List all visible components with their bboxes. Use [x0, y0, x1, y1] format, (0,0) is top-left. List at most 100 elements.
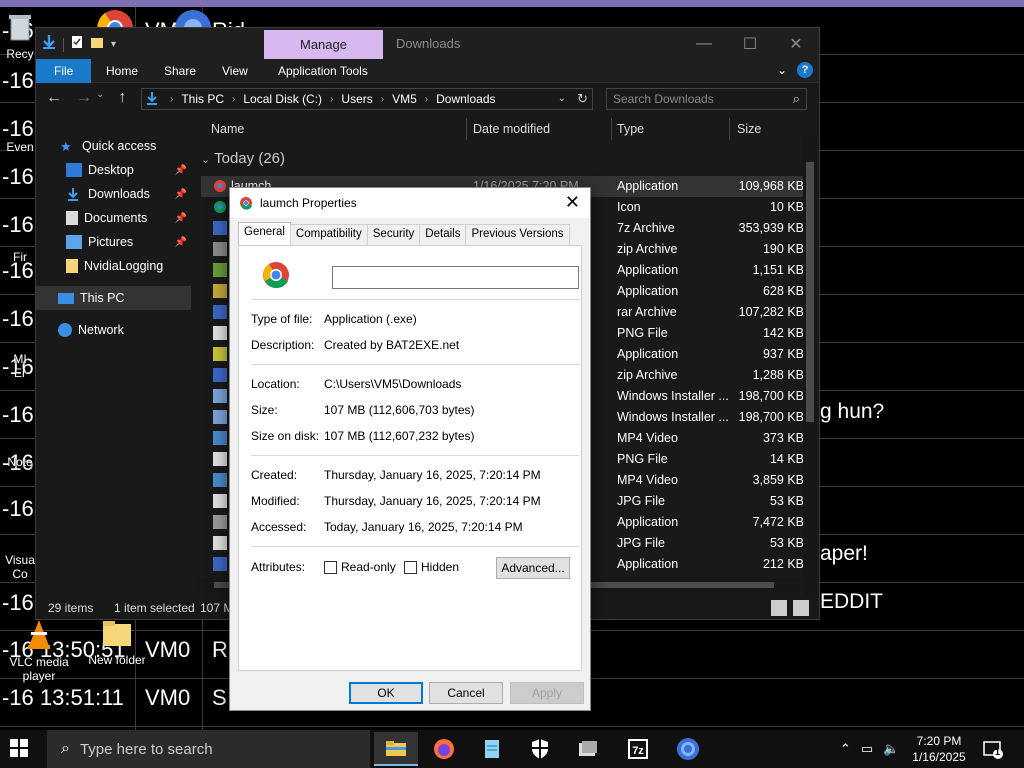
column-header-date[interactable]: Date modified — [473, 116, 550, 142]
advanced-button[interactable]: Advanced... — [496, 557, 570, 579]
address-bar[interactable]: › This PC › Local Disk (C:) › Users › VM… — [141, 88, 593, 110]
chevron-down-icon[interactable]: ⌄ — [777, 63, 787, 77]
column-header-type[interactable]: Type — [617, 116, 644, 142]
tab-file[interactable]: File — [36, 59, 92, 83]
breadcrumb-local-disk[interactable]: Local Disk (C:) — [243, 92, 322, 106]
taskbar-app[interactable] — [566, 732, 610, 766]
breadcrumb-users[interactable]: Users — [341, 92, 372, 106]
maximize-button[interactable]: ☐ — [727, 28, 773, 59]
tab-compatibility[interactable]: Compatibility — [289, 224, 368, 245]
taskbar-clock[interactable]: 7:20 PM 1/16/2025 — [905, 733, 973, 765]
column-header-name[interactable]: Name — [211, 116, 244, 142]
downloads-folder-icon — [146, 91, 158, 108]
pin-icon[interactable]: 📌 — [175, 189, 187, 200]
sidebar-item-desktop[interactable]: Desktop 📌 — [36, 158, 191, 182]
tab-application-tools[interactable]: Application Tools — [278, 59, 368, 83]
chevron-up-icon[interactable]: ⌃ — [840, 741, 851, 757]
tab-manage[interactable]: Manage — [264, 30, 383, 59]
column-separator[interactable] — [611, 118, 612, 140]
minimize-button[interactable]: — — [681, 28, 727, 59]
up-arrow-icon[interactable]: ↑ — [118, 89, 126, 107]
modified-label: Modified: — [251, 494, 300, 508]
file-name-field[interactable] — [332, 266, 579, 289]
chevron-down-icon[interactable]: ⌄ — [558, 93, 566, 104]
scrollbar-thumb[interactable] — [806, 162, 814, 422]
hidden-checkbox[interactable]: Hidden — [404, 560, 459, 574]
tab-view[interactable]: View — [222, 59, 248, 83]
checkbox-box[interactable] — [324, 560, 337, 574]
sidebar-item-downloads[interactable]: Downloads 📌 — [36, 182, 191, 206]
column-header-size[interactable]: Size — [737, 116, 761, 142]
sidebar-item-pictures[interactable]: Pictures 📌 — [36, 230, 191, 254]
pin-icon[interactable]: 📌 — [175, 213, 187, 224]
pin-icon[interactable]: 📌 — [175, 165, 187, 176]
window-title: Downloads — [396, 36, 461, 51]
checkbox-box[interactable] — [404, 560, 417, 574]
taskbar-search-input[interactable]: ⌕ Type here to search — [47, 730, 370, 768]
modified-value: Thursday, January 16, 2025, 7:20:14 PM — [324, 494, 541, 508]
forward-arrow-icon[interactable]: → — [76, 89, 92, 107]
back-arrow-icon[interactable]: ← — [46, 89, 62, 107]
breadcrumb-downloads[interactable]: Downloads — [436, 92, 495, 106]
refresh-icon[interactable]: ↻ — [577, 91, 588, 107]
start-button[interactable] — [10, 739, 28, 762]
download-arrow-icon[interactable] — [42, 34, 56, 55]
dialog-title-bar[interactable]: laumch Properties ✕ — [230, 188, 590, 218]
network-icon[interactable]: ▭ — [861, 741, 873, 757]
taskbar-chrome[interactable] — [666, 732, 710, 766]
desktop-icon-recycle-bin[interactable]: Recy — [0, 12, 40, 61]
breadcrumb-this-pc[interactable]: This PC — [181, 92, 224, 106]
tab-details[interactable]: Details — [419, 224, 467, 245]
tab-home[interactable]: Home — [106, 59, 138, 83]
application-icon — [213, 515, 227, 529]
pin-icon[interactable]: 📌 — [175, 237, 187, 248]
taskbar-notepad[interactable] — [470, 732, 514, 766]
close-button[interactable]: ✕ — [773, 28, 819, 59]
ok-button[interactable]: OK — [349, 682, 423, 704]
sidebar-item-nvidialogging[interactable]: NvidiaLogging — [36, 254, 191, 278]
cancel-button[interactable]: Cancel — [429, 682, 503, 704]
tab-general[interactable]: General — [238, 222, 291, 245]
apply-button[interactable]: Apply — [510, 682, 584, 704]
large-icons-view-icon[interactable] — [793, 600, 809, 616]
taskbar-firefox[interactable] — [422, 732, 466, 766]
taskbar-7zip[interactable]: 7z — [616, 732, 660, 766]
desktop-icon-visual-studio[interactable]: Visua Co — [0, 553, 40, 581]
taskbar-security[interactable] — [518, 732, 562, 766]
help-icon[interactable]: ? — [797, 62, 813, 78]
read-only-checkbox[interactable]: Read-only — [324, 560, 396, 574]
vertical-scrollbar[interactable] — [803, 136, 817, 596]
column-separator[interactable] — [466, 118, 467, 140]
desktop-icon-firefox[interactable]: Fir — [0, 250, 40, 264]
sidebar-item-quick-access[interactable]: ★ Quick access — [36, 134, 191, 158]
breadcrumb-separator: › — [232, 93, 236, 105]
chevron-down-icon[interactable]: ⌄ — [96, 89, 104, 107]
sidebar-item-this-pc[interactable]: This PC — [36, 286, 191, 310]
volume-icon[interactable]: 🔈 — [883, 741, 899, 757]
close-icon[interactable]: ✕ — [565, 192, 580, 213]
dialog-tabs: General Compatibility Security Details P… — [238, 222, 570, 246]
sidebar-item-network[interactable]: Network — [36, 318, 191, 342]
notification-count: 1 — [995, 747, 1001, 757]
tab-security[interactable]: Security — [366, 224, 421, 245]
tab-share[interactable]: Share — [164, 59, 196, 83]
column-separator[interactable] — [729, 118, 730, 140]
desktop-icon-mi[interactable]: MI Er — [0, 352, 40, 380]
new-folder-icon[interactable] — [90, 35, 104, 54]
title-bar[interactable]: ▾ Manage Downloads — ☐ ✕ — [36, 28, 819, 59]
notification-center-button[interactable]: 1 — [982, 740, 1004, 765]
sidebar-item-documents[interactable]: Documents 📌 — [36, 206, 191, 230]
tab-previous-versions[interactable]: Previous Versions — [465, 224, 570, 245]
network-icon — [58, 323, 72, 337]
details-view-icon[interactable] — [771, 600, 787, 616]
search-input[interactable]: Search Downloads ⌕ — [606, 88, 807, 110]
chevron-down-icon[interactable]: ▾ — [111, 39, 116, 50]
taskbar-file-explorer[interactable] — [374, 732, 418, 766]
desktop-icon-new-folder[interactable]: New folder — [82, 618, 152, 667]
desktop-icon-event[interactable]: Even — [0, 140, 40, 154]
breadcrumb-vm5[interactable]: VM5 — [392, 92, 417, 106]
group-header-today[interactable]: ⌄ Today (26) — [201, 150, 285, 167]
desktop-icon-vlc[interactable]: VLC media player — [4, 618, 74, 683]
desktop-icon-notepad[interactable]: Note — [0, 455, 40, 469]
properties-icon[interactable] — [71, 35, 83, 54]
